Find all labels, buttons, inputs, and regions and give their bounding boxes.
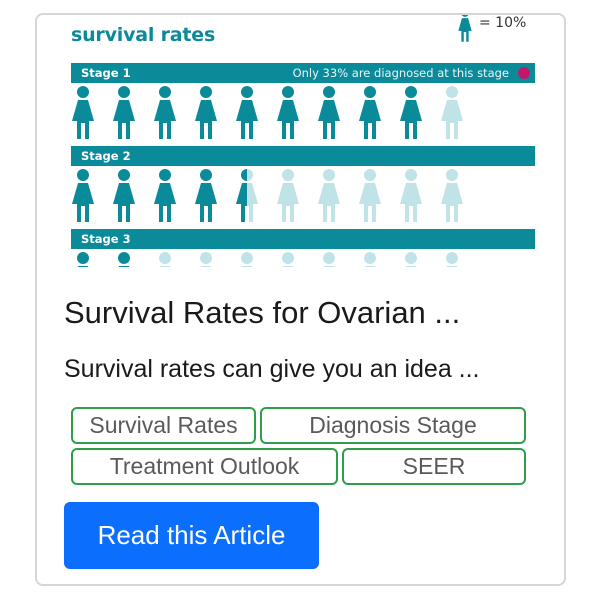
woman-icon [241,252,253,267]
woman-icon [323,252,335,267]
woman-icon [195,86,217,139]
woman-icon [113,169,135,222]
tag-seer[interactable]: SEER [342,448,526,485]
tag-diagnosis-stage[interactable]: Diagnosis Stage [260,407,526,444]
infographic-title: survival rates [71,24,216,46]
read-article-button[interactable]: Read this Article [64,502,319,569]
woman-icon [458,15,472,42]
woman-icon [195,169,217,222]
stage-2-bar: Stage 2 [71,146,535,166]
woman-icon [441,169,463,222]
article-title[interactable]: Survival Rates for Ovarian ... [64,295,460,331]
article-card: survival rates = 10% Stage 1 Only 33% ar… [35,13,566,586]
survival-infographic: survival rates = 10% Stage 1 Only 33% ar… [37,15,564,267]
woman-icon [113,86,135,139]
woman-icon [364,252,376,267]
woman-icon [277,169,299,222]
woman-icon [441,86,463,139]
woman-icon [359,86,381,139]
woman-icon [154,169,176,222]
woman-icon [318,169,340,222]
tag-survival-rates[interactable]: Survival Rates [71,407,256,444]
woman-icon [159,252,171,267]
infographic-legend: = 10% [457,15,526,43]
stage-3-label: Stage 3 [81,232,131,246]
woman-icon [400,86,422,139]
woman-icon [236,169,258,222]
woman-icon [446,252,458,267]
tag-treatment-outlook[interactable]: Treatment Outlook [71,448,338,485]
woman-icon [72,169,94,222]
woman-icon [359,169,381,222]
stage-3-bar: Stage 3 [71,229,535,249]
woman-icon [236,86,258,139]
stage-2-label: Stage 2 [81,149,131,163]
stage-1-bar: Stage 1 Only 33% are diagnosed at this s… [71,63,535,83]
woman-icon [405,252,417,267]
woman-icon [118,252,130,267]
woman-icon [282,252,294,267]
woman-icon [277,86,299,139]
stage-1-dot [518,67,530,79]
woman-icon [318,86,340,139]
woman-icon [200,252,212,267]
woman-icon [400,169,422,222]
woman-icon [77,252,89,267]
woman-icon [72,86,94,139]
legend-label: = 10% [479,15,527,31]
stage-1-label: Stage 1 [81,66,131,80]
woman-icon [154,86,176,139]
article-description: Survival rates can give you an idea ... [64,355,480,383]
stage-1-note: Only 33% are diagnosed at this stage [292,66,509,80]
